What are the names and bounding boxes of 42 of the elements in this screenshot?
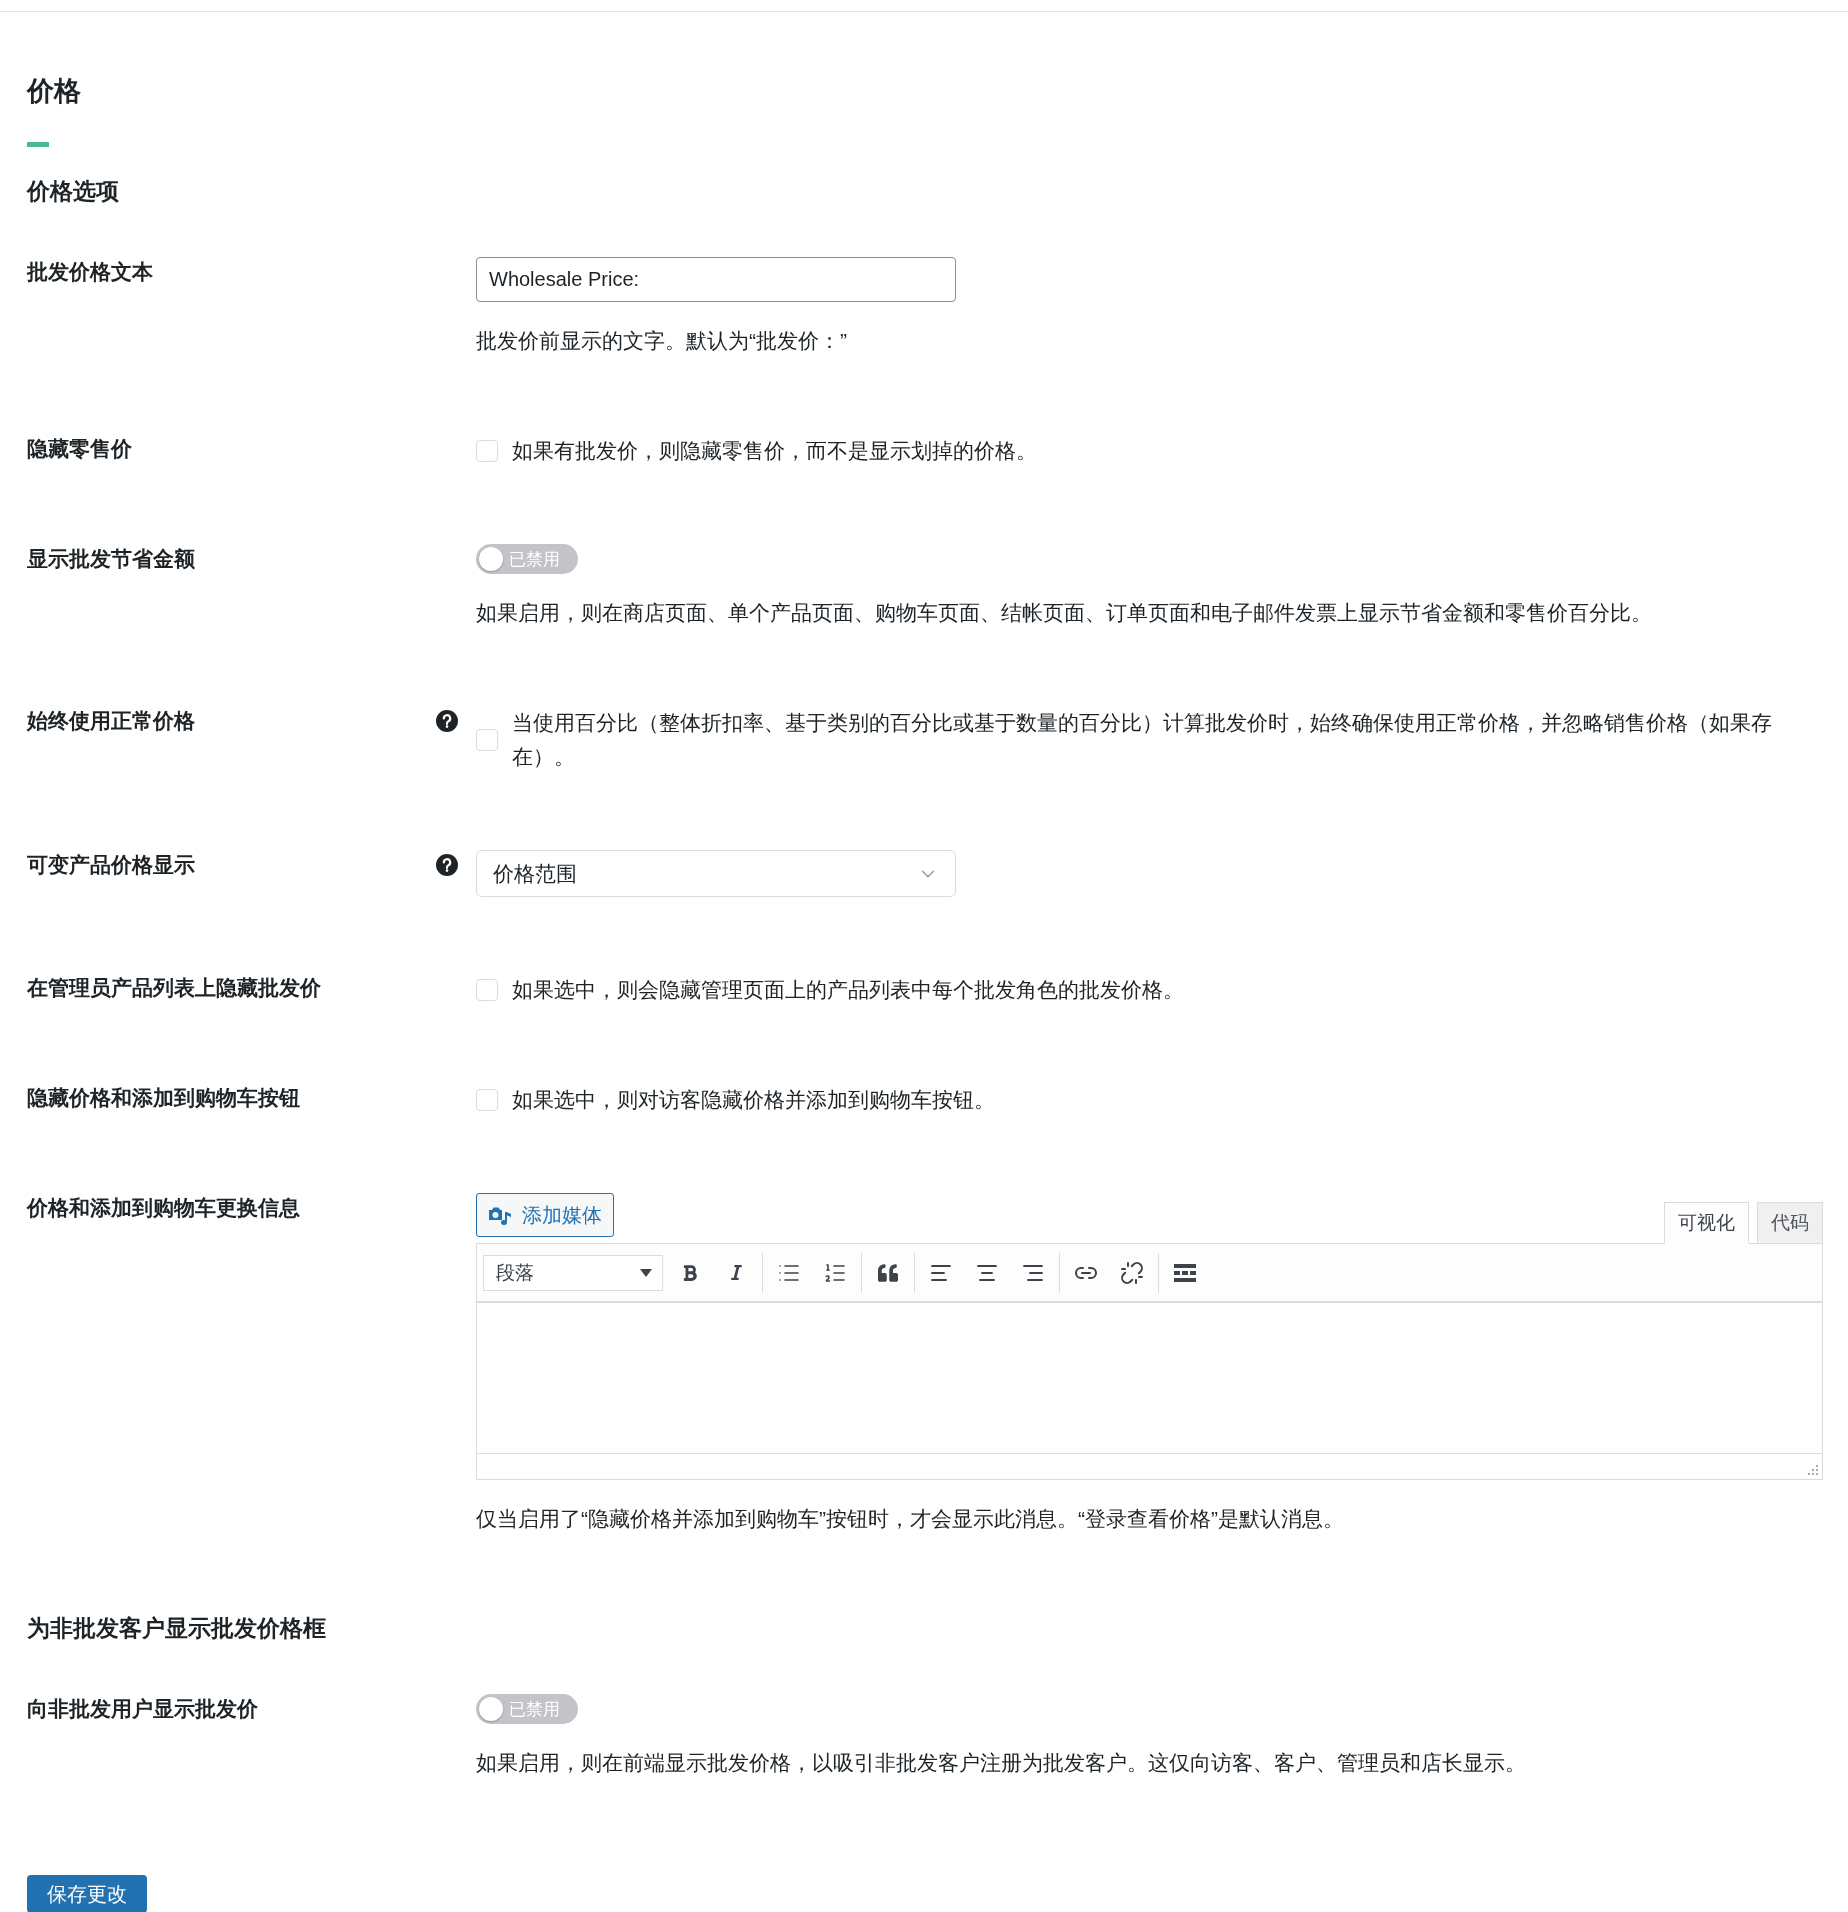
setting-label: 向非批发用户显示批发价 bbox=[27, 1696, 259, 1722]
stacked-bars-icon bbox=[1174, 1263, 1196, 1282]
field-description: 如果启用，则在前端显示批发价格，以吸引非批发客户注册为批发客户。这仅向访客、客户、管理员和店长显示。 bbox=[476, 1750, 1526, 1776]
help-icon[interactable] bbox=[436, 710, 458, 732]
broken-link-icon bbox=[1120, 1260, 1144, 1285]
section-heading: 为非批发客户显示批发价格框 bbox=[27, 1614, 327, 1643]
section-heading: 价格选项 bbox=[27, 177, 120, 206]
text-input[interactable]: Wholesale Price: bbox=[476, 257, 956, 302]
select-dropdown[interactable]: 价格范围 bbox=[476, 850, 956, 897]
checkbox-label: 如果有批发价，则隐藏零售价，而不是显示划掉的价格。 bbox=[512, 438, 1037, 464]
page-title: 价格 bbox=[27, 75, 82, 108]
checkbox[interactable] bbox=[476, 729, 498, 751]
add-media-button[interactable]: 添加媒体 bbox=[476, 1193, 614, 1237]
setting-label: 批发价格文本 bbox=[27, 259, 154, 285]
setting-label: 隐藏价格和添加到购物车按钮 bbox=[27, 1085, 301, 1111]
checkbox[interactable] bbox=[476, 1089, 498, 1111]
checkbox[interactable] bbox=[476, 979, 498, 1001]
accent-underline bbox=[27, 142, 49, 147]
setting-label: 显示批发节省金额 bbox=[27, 546, 196, 572]
setting-label: 隐藏零售价 bbox=[27, 436, 133, 462]
field-description: 批发价前显示的文字。默认为“批发价：” bbox=[476, 328, 847, 354]
format-select[interactable]: 段落 bbox=[483, 1254, 663, 1291]
editor-tab[interactable]: 可视化 bbox=[1664, 1202, 1749, 1244]
setting-label: 可变产品价格显示 bbox=[27, 852, 196, 878]
field-description: 如果启用，则在商店页面、单个产品页面、购物车页面、结帐页面、订单页面和电子邮件发票上显示节省金额和零售价百分比。 bbox=[476, 600, 1652, 626]
resize-grip-icon[interactable] bbox=[1807, 1464, 1818, 1475]
field-description: 仅当启用了“隐藏价格并添加到购物车”按钮时，才会显示此消息。“登录查看价格”是默认消息。 bbox=[476, 1506, 1344, 1532]
setting-label: 价格和添加到购物车更换信息 bbox=[27, 1195, 301, 1221]
switch-knob bbox=[479, 547, 503, 571]
help-icon[interactable] bbox=[436, 854, 458, 876]
editor-tab[interactable]: 代码 bbox=[1757, 1202, 1823, 1244]
setting-label: 在管理员产品列表上隐藏批发价 bbox=[27, 975, 322, 1001]
checkbox-label: 如果选中，则对访客隐藏价格并添加到购物车按钮。 bbox=[512, 1087, 995, 1113]
checkbox-label: 如果选中，则会隐藏管理页面上的产品列表中每个批发角色的批发价格。 bbox=[512, 977, 1184, 1003]
setting-label: 始终使用正常价格 bbox=[27, 708, 196, 734]
bold-icon bbox=[681, 1263, 699, 1282]
quote-icon bbox=[878, 1262, 898, 1283]
checkbox-label: 当使用百分比（整体折扣率、基于类别的百分比或基于数量的百分比）计算批发价时，始终确保使用正常价格，并忽略销售价格（如果存在）。 bbox=[512, 710, 1773, 770]
save-button[interactable]: 保存更改 bbox=[27, 1875, 147, 1912]
switch-knob bbox=[479, 1697, 503, 1721]
checkbox[interactable] bbox=[476, 440, 498, 462]
caret-icon bbox=[640, 1268, 652, 1277]
